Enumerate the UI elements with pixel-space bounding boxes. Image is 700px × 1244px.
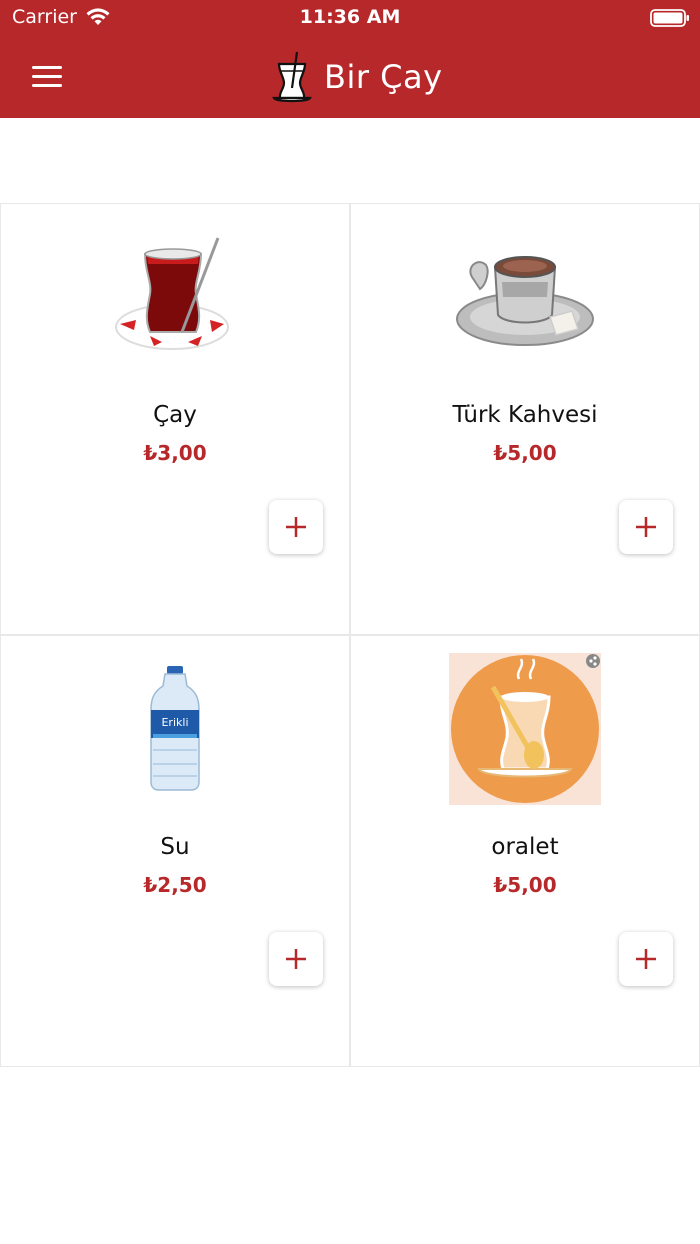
- add-to-cart-button[interactable]: [619, 932, 673, 986]
- product-card[interactable]: Çay ₺3,00: [0, 203, 350, 635]
- tea-glass-icon: [272, 51, 312, 103]
- app-header: Carrier 11:36 AM Bir Çay: [0, 0, 700, 118]
- product-card[interactable]: oralet ₺5,00: [350, 635, 700, 1067]
- status-bar: Carrier 11:36 AM: [0, 0, 700, 36]
- product-price: ₺2,50: [143, 873, 207, 897]
- product-name: Su: [160, 834, 190, 860]
- brand: Bir Çay: [270, 50, 443, 104]
- product-price: ₺5,00: [493, 873, 557, 897]
- battery-icon: [650, 9, 689, 27]
- svg-text:Erikli: Erikli: [161, 716, 188, 729]
- product-image: [351, 653, 699, 805]
- product-name: Türk Kahvesi: [452, 402, 598, 428]
- turkish-tea-glass-image: [115, 237, 229, 350]
- product-price: ₺3,00: [143, 441, 207, 465]
- hamburger-menu-icon[interactable]: [28, 62, 68, 92]
- oralet-illustration-image: [449, 653, 601, 805]
- product-name: oralet: [491, 834, 559, 860]
- status-time: 11:36 AM: [299, 6, 401, 28]
- app-title: Bir Çay: [324, 58, 443, 96]
- product-image: Erikli: [1, 654, 349, 804]
- add-to-cart-button[interactable]: [269, 500, 323, 554]
- product-card[interactable]: Türk Kahvesi ₺5,00: [350, 203, 700, 635]
- plus-icon: [286, 517, 306, 537]
- product-name: Çay: [153, 402, 197, 428]
- add-to-cart-button[interactable]: [269, 932, 323, 986]
- water-bottle-image: Erikli: [150, 666, 200, 791]
- product-image: [351, 222, 699, 372]
- product-price: ₺5,00: [493, 441, 557, 465]
- plus-icon: [636, 517, 656, 537]
- product-image: [1, 222, 349, 372]
- product-card[interactable]: Erikli Su ₺2,50: [0, 635, 350, 1067]
- plus-icon: [286, 949, 306, 969]
- turkish-coffee-cup-image: [456, 256, 594, 346]
- add-to-cart-button[interactable]: [619, 500, 673, 554]
- plus-icon: [636, 949, 656, 969]
